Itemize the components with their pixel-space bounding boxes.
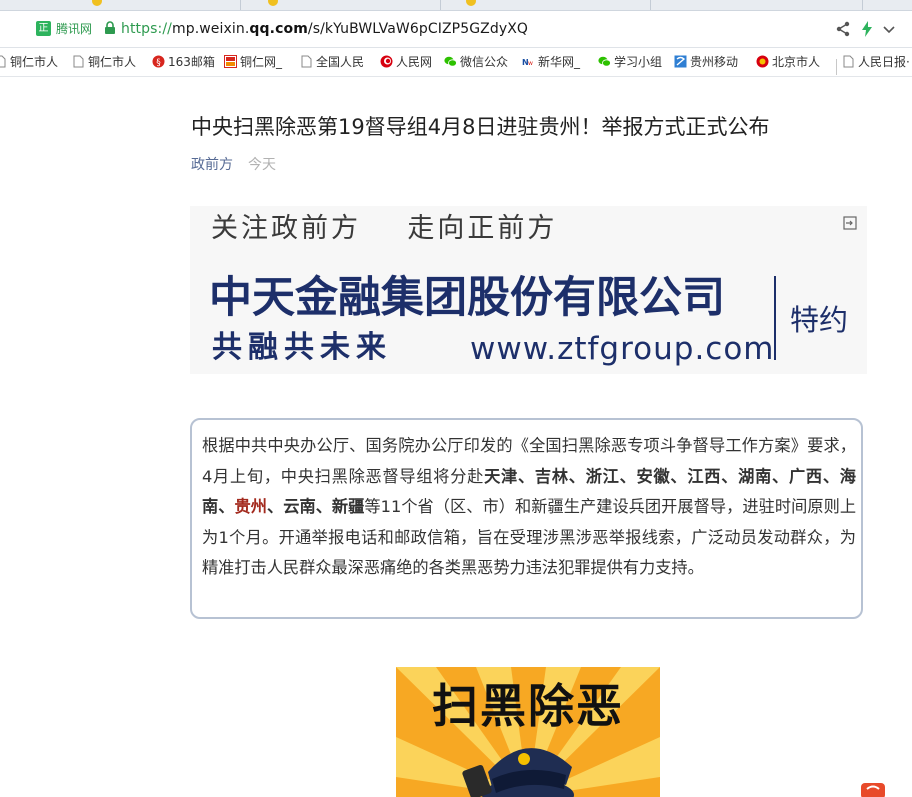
bookmark-label: 微信公众 — [460, 55, 509, 69]
share-icon[interactable] — [834, 20, 852, 38]
bookmark-label: 新华网_ — [538, 55, 581, 69]
tongren-net-icon — [224, 55, 237, 68]
xinhua-icon: Nw — [522, 58, 533, 67]
page-icon — [843, 55, 854, 68]
ad-motto: 共融共未来 — [212, 330, 392, 365]
bookmarks-bar: 铜仁市人 铜仁市人 § 163邮箱 铜仁网_ 全国人民 人民网 微信公众 Nw 新华… — [0, 48, 912, 77]
bookmark-label: 贵州移动 — [690, 55, 739, 69]
bookmark-item[interactable]: 铜仁市人 — [0, 53, 58, 71]
bookmark-item[interactable]: Nw 新华网_ — [522, 53, 580, 71]
bookmark-divider — [836, 59, 837, 75]
tab-divider — [862, 0, 863, 10]
bookmark-label: 人民日报· — [858, 55, 910, 69]
ad-company-name: 中天金融集团股份有限公司 — [209, 273, 725, 323]
tab-divider — [650, 0, 651, 10]
chevron-down-icon[interactable] — [880, 20, 898, 38]
url-prefix: mp.weixin. — [171, 21, 250, 37]
page-icon — [301, 55, 312, 68]
bookmark-label: 人民网 — [396, 55, 433, 69]
tab-favicon — [92, 0, 102, 6]
bookmark-item[interactable]: 微信公众 — [444, 53, 508, 71]
hero-image: 扫黑除恶 — [396, 667, 660, 797]
bookmark-item[interactable]: 人民网 — [380, 53, 432, 71]
tab-divider — [240, 0, 241, 10]
bookmark-item[interactable]: 北京市人 — [756, 53, 820, 71]
bookmark-item[interactable]: 贵州移动 — [674, 53, 738, 71]
address-bar[interactable]: 正 腾讯网 https://mp.weixin.qq.com/s/kYuBWLV… — [0, 11, 912, 48]
site-name: 腾讯网 — [56, 22, 93, 36]
bookmark-item[interactable]: 铜仁市人 — [72, 53, 136, 71]
bookmark-item[interactable]: 全国人民 — [300, 53, 364, 71]
bookmark-label: 北京市人 — [772, 55, 821, 69]
bookmark-label: 铜仁网_ — [240, 55, 283, 69]
wechat-icon — [444, 56, 457, 67]
tab-divider — [440, 0, 441, 10]
bookmark-label: 163邮箱 — [168, 55, 215, 69]
url-path: /s/kYuBWLVaW6pCIZP5GZdyXQ — [307, 21, 529, 37]
site-badge-icon: 正 — [36, 21, 51, 36]
url-protocol: https:// — [121, 21, 172, 37]
hero-title: 扫黑除恶 — [432, 679, 624, 733]
emblem-icon — [756, 55, 769, 68]
intro-regions-2: 、云南、新疆 — [266, 497, 365, 516]
bookmark-label: 全国人民 — [316, 55, 365, 69]
author-link[interactable]: 政前方 — [191, 155, 233, 175]
bookmark-item[interactable]: § 163邮箱 — [152, 53, 215, 71]
tab-favicon — [268, 0, 278, 6]
people-net-icon — [380, 55, 393, 68]
bookmark-label: 学习小组 — [614, 55, 663, 69]
page-icon — [0, 55, 6, 68]
svg-text:w: w — [528, 60, 533, 67]
163-mail-icon: § — [152, 55, 165, 68]
floating-app-icon[interactable] — [855, 781, 895, 797]
ad-slogan: 关注政前方 走向正前方 — [211, 213, 558, 244]
guizhou-mobile-icon — [674, 55, 687, 68]
intro-region-highlight: 贵州 — [234, 497, 267, 516]
bookmark-label: 铜仁市人 — [88, 55, 137, 69]
tab-strip — [0, 0, 912, 11]
ad-url: www.ztfgroup.com — [470, 331, 775, 367]
wechat-icon — [598, 56, 611, 67]
page-icon — [73, 55, 84, 68]
lock-icon[interactable] — [102, 20, 118, 36]
url-text[interactable]: https://mp.weixin.qq.com/s/kYuBWLVaW6pCI… — [121, 19, 528, 39]
ad-sponsor-label: 特约 — [790, 303, 849, 337]
bookmark-item[interactable]: 学习小组 — [598, 53, 662, 71]
url-domain: qq.com — [249, 21, 308, 37]
bookmark-item[interactable]: 人民日报· — [836, 53, 910, 75]
expand-icon[interactable] — [843, 216, 857, 230]
tab-favicon — [466, 0, 476, 6]
lightning-icon[interactable] — [858, 20, 876, 38]
bookmark-item[interactable]: 铜仁网_ — [224, 53, 282, 71]
intro-box: 根据中共中央办公厅、国务院办公厅印发的《全国扫黑除恶专项斗争督导工作方案》要求，… — [190, 418, 863, 619]
sponsor-banner[interactable]: 关注政前方 走向正前方 中天金融集团股份有限公司 共融共未来 www.ztfgr… — [190, 206, 867, 374]
intro-paragraph: 根据中共中央办公厅、国务院办公厅印发的《全国扫黑除恶专项斗争督导工作方案》要求，… — [202, 431, 856, 584]
bookmark-label: 铜仁市人 — [10, 55, 59, 69]
publish-date: 今天 — [248, 157, 276, 173]
article-title: 中央扫黑除恶第19督导组4月8日进驻贵州！举报方式正式公布 — [191, 115, 770, 139]
svg-text:§: § — [156, 58, 161, 68]
ad-divider — [774, 276, 776, 360]
